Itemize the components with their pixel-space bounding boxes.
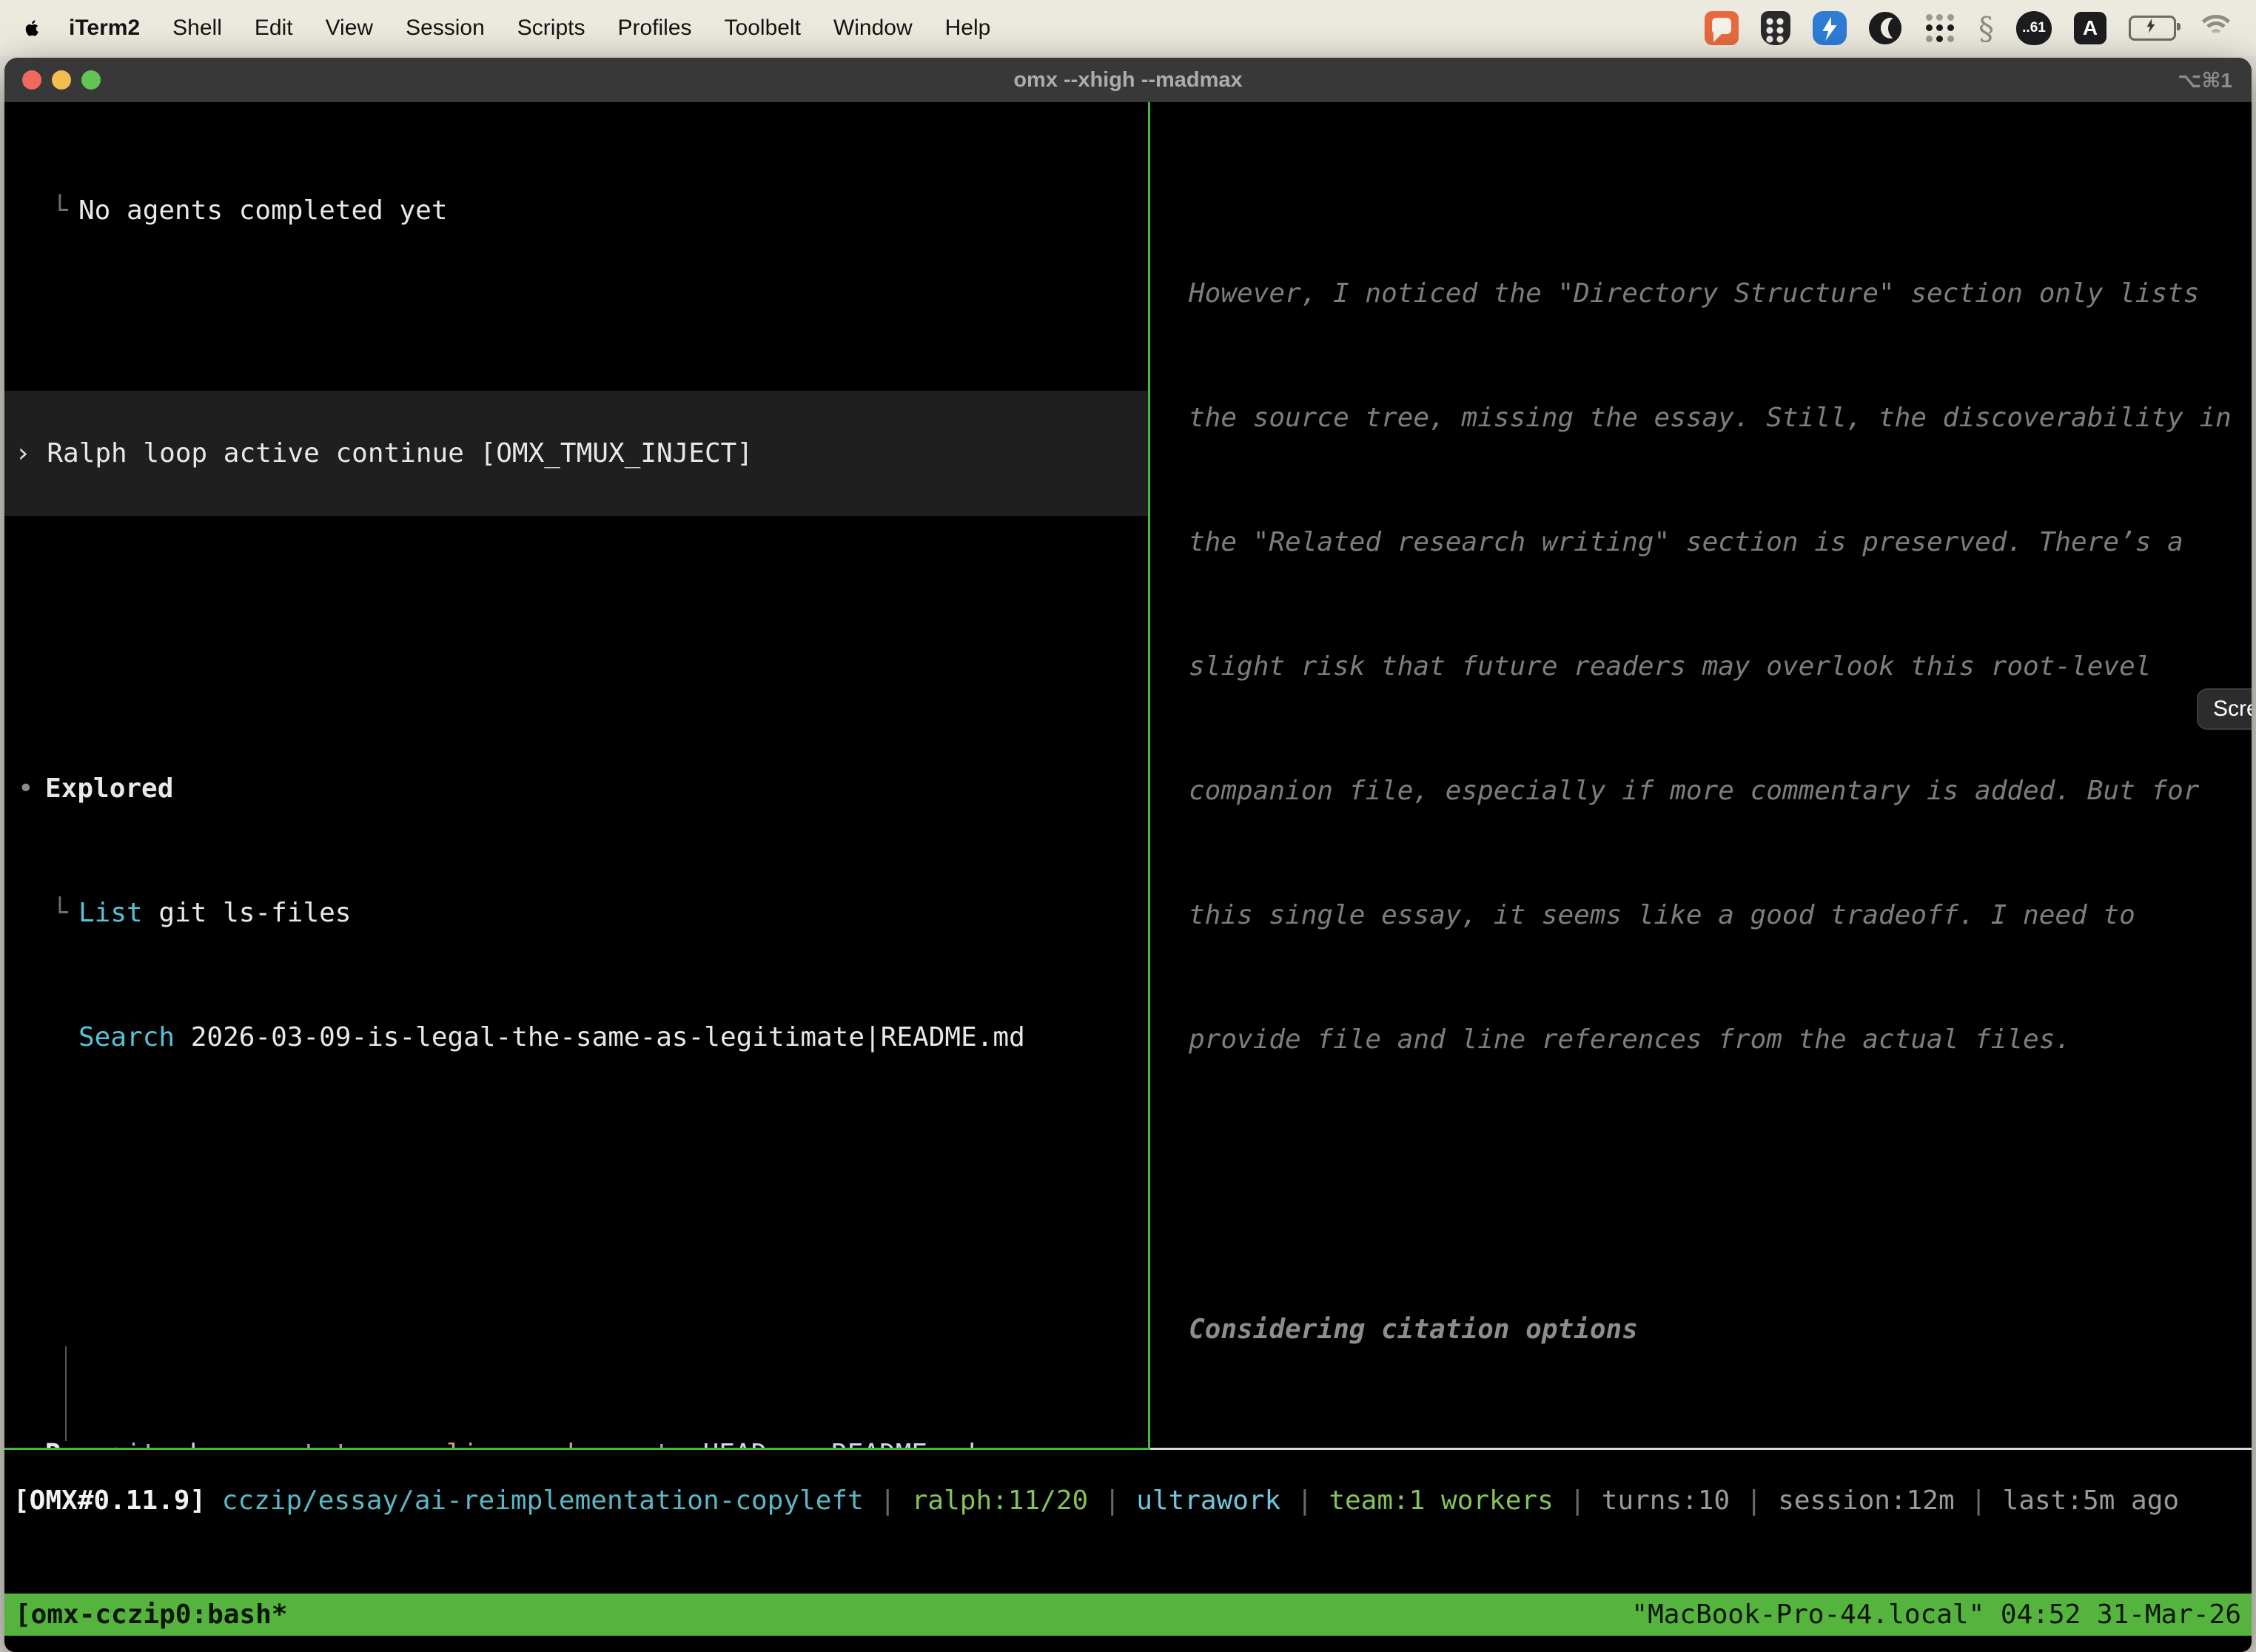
menu-item-edit[interactable]: Edit bbox=[255, 16, 293, 41]
menu-item-shell[interactable]: Shell bbox=[172, 16, 222, 41]
tree-connector-line bbox=[65, 1346, 67, 1441]
left-pane-border bbox=[4, 1448, 1148, 1450]
thinking-paragraph-1: However, I noticed the "Directory Struct… bbox=[1156, 190, 2252, 1144]
tmux-session-label[interactable]: [omx-cczip0:bash* bbox=[15, 1594, 287, 1636]
window-title: omx --xhigh --madmax bbox=[4, 68, 2252, 93]
shield-grid-icon[interactable] bbox=[1761, 11, 1790, 45]
inject-message-box: › Ralph loop active continue [OMX_TMUX_I… bbox=[4, 391, 1148, 516]
menu-item-profiles[interactable]: Profiles bbox=[617, 16, 691, 41]
thinking-heading: Considering citation options bbox=[1156, 1309, 2252, 1351]
input-source-icon[interactable]: A bbox=[2074, 12, 2106, 44]
battery-percent-badge-icon[interactable]: ..61 bbox=[2016, 11, 2052, 45]
right-pane[interactable]: However, I noticed the "Directory Struct… bbox=[1150, 102, 2252, 1450]
git-show-block: •Ran git show --stat --oneline --decorat… bbox=[18, 1309, 1148, 1450]
crescent-icon[interactable] bbox=[1869, 12, 1901, 44]
menu-item-view[interactable]: View bbox=[326, 16, 373, 41]
battery-icon[interactable] bbox=[2129, 16, 2176, 41]
tmux-status-bar: [omx-cczip0:bash* "MacBook-Pro-44.local"… bbox=[4, 1594, 2252, 1636]
wifi-icon[interactable] bbox=[2198, 13, 2234, 43]
explored-list-line: └ List git ls-files bbox=[18, 893, 1148, 934]
terminal-content: └ No agents completed yet › Ralph loop a… bbox=[4, 102, 2252, 1652]
omx-status-line: [OMX#0.11.9] cczip/essay/ai-reimplementa… bbox=[4, 1480, 2252, 1525]
menu-item-scripts[interactable]: Scripts bbox=[517, 16, 585, 41]
apple-menu-icon[interactable] bbox=[22, 16, 42, 40]
explored-search-line: Search 2026-03-09-is-legal-the-same-as-l… bbox=[18, 1017, 1148, 1058]
right-pane-border bbox=[1150, 1448, 2252, 1450]
tmux-host-clock: "MacBook-Pro-44.local" 04:52 31-Mar-26 bbox=[1631, 1594, 2241, 1636]
menu-item-window[interactable]: Window bbox=[833, 16, 913, 41]
screenshot-notification[interactable]: Scre bbox=[2197, 688, 2252, 730]
blue-bolt-icon[interactable] bbox=[1813, 11, 1847, 45]
explored-header: •Explored bbox=[18, 768, 1148, 810]
window-title-bar[interactable]: omx --xhigh --madmax ⌥⌘1 bbox=[4, 58, 2252, 102]
iterm-window: omx --xhigh --madmax ⌥⌘1 └ No agents com… bbox=[4, 58, 2252, 1652]
chat-bubble-icon[interactable] bbox=[1705, 11, 1739, 45]
menu-item-toolbelt[interactable]: Toolbelt bbox=[725, 16, 801, 41]
squiggle-icon[interactable]: § bbox=[1978, 10, 1994, 46]
menu-bar-status-icons: § ..61 A bbox=[1705, 10, 2234, 46]
explored-block: •Explored └ List git ls-files Search 202… bbox=[18, 685, 1148, 1141]
menu-bar: iTerm2 Shell Edit View Session Scripts P… bbox=[0, 0, 2256, 56]
menu-app-name[interactable]: iTerm2 bbox=[69, 16, 140, 41]
agents-note-line: └ No agents completed yet bbox=[18, 190, 1148, 232]
menu-item-session[interactable]: Session bbox=[406, 16, 485, 41]
menu-item-help[interactable]: Help bbox=[945, 16, 991, 41]
dots-grid-icon[interactable] bbox=[1924, 12, 1956, 44]
window-shortcut-badge: ⌥⌘1 bbox=[2178, 68, 2232, 93]
left-pane[interactable]: └ No agents completed yet › Ralph loop a… bbox=[4, 102, 1148, 1450]
